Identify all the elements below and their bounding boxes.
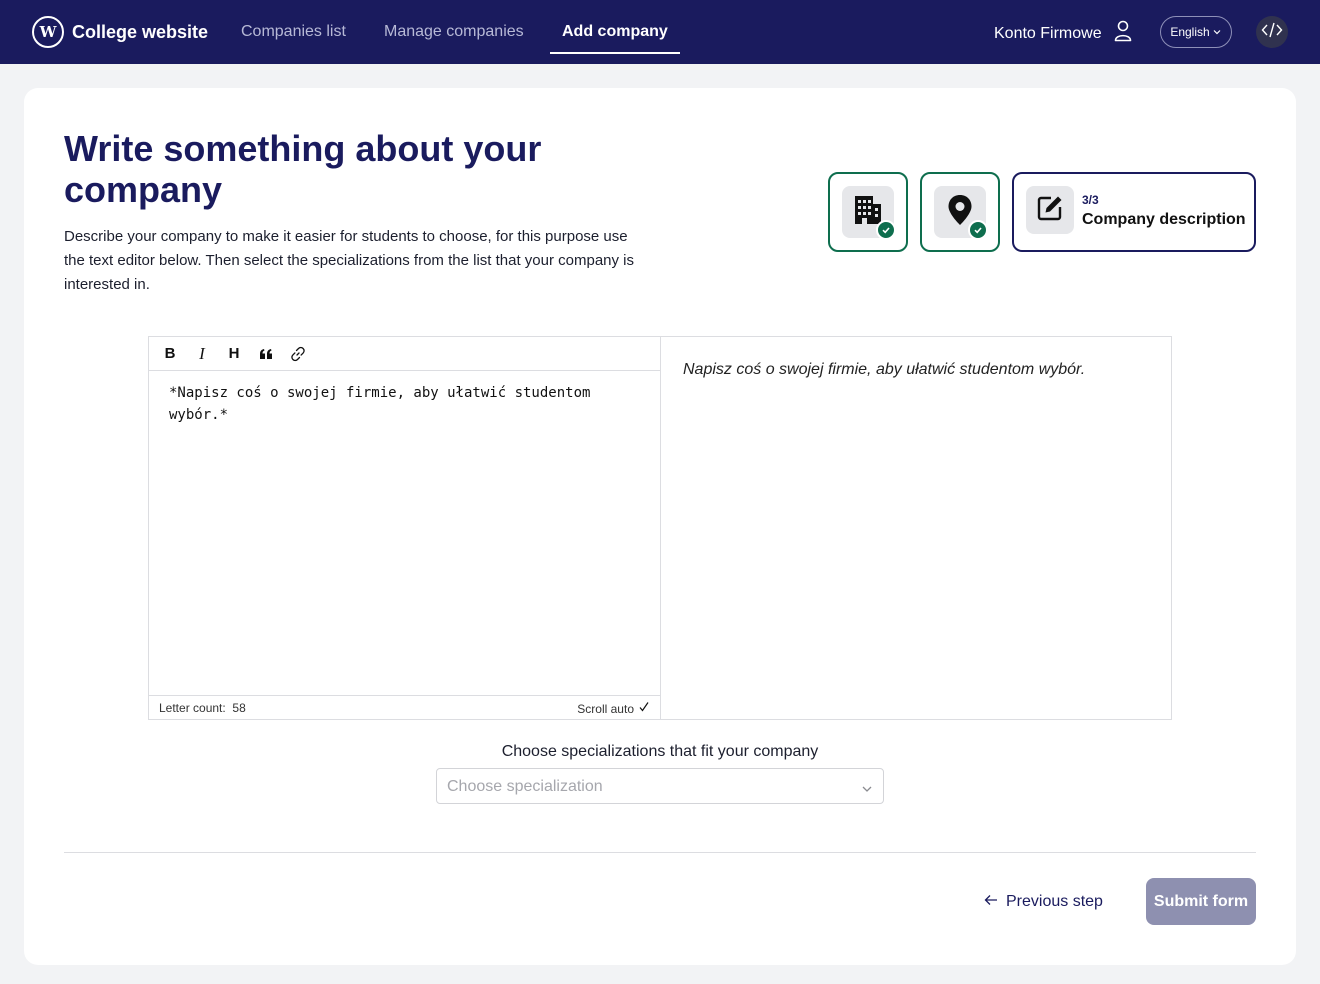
editor-status-bar: Letter count: 58 Scroll auto	[149, 695, 660, 719]
italic-button[interactable]: I	[193, 344, 211, 363]
previous-step-button[interactable]: Previous step	[984, 890, 1103, 914]
user-icon	[1114, 20, 1132, 47]
heading-button[interactable]: H	[225, 345, 243, 363]
check-icon	[876, 220, 896, 240]
page-description: Describe your company to make it easier …	[64, 228, 635, 293]
college-logo-icon: W	[32, 16, 64, 48]
top-navbar: W College website Companies list Manage …	[0, 0, 1320, 64]
previous-step-label: Previous step	[1006, 893, 1103, 910]
editor-toolbar: B I H	[149, 337, 660, 371]
step-icon-box	[1026, 186, 1074, 234]
form-card: Write something about your company Descr…	[24, 88, 1296, 965]
markdown-editor: B I H *Napisz coś o swojej firmie, aby u…	[148, 336, 1172, 720]
submit-form-button[interactable]: Submit form	[1146, 878, 1256, 925]
step-label: Company description	[1082, 211, 1246, 228]
chevron-down-icon	[861, 781, 873, 799]
chevron-down-icon	[1212, 25, 1222, 39]
divider	[64, 852, 1256, 853]
language-label: English	[1170, 25, 1210, 39]
check-icon	[968, 220, 988, 240]
code-toggle-button[interactable]	[1256, 16, 1288, 48]
specialization-select[interactable]: Choose specialization	[436, 768, 884, 804]
bold-button[interactable]: B	[161, 345, 179, 363]
nav-manage-companies[interactable]: Manage companies	[384, 0, 524, 64]
language-select[interactable]: English	[1160, 16, 1232, 48]
code-icon	[1261, 21, 1283, 44]
account-menu[interactable]: Konto Firmowe	[994, 20, 1132, 47]
step-count: 3/3	[1082, 193, 1099, 207]
account-name: Konto Firmowe	[994, 24, 1102, 42]
specialization-placeholder: Choose specialization	[447, 778, 603, 795]
scroll-auto-toggle[interactable]: Scroll auto	[577, 701, 650, 716]
checkmark-icon	[638, 701, 650, 716]
page-title: Write something about your company	[64, 128, 542, 210]
letter-count: Letter count: 58	[159, 701, 246, 715]
scroll-auto-label: Scroll auto	[577, 701, 634, 716]
brand[interactable]: W College website	[32, 16, 208, 48]
letter-count-label: Letter count:	[159, 701, 226, 715]
letter-count-value: 58	[232, 701, 246, 715]
editor-preview: Napisz coś o swojej firmie, aby ułatwić …	[683, 361, 1086, 378]
arrow-left-icon	[984, 893, 998, 911]
step-company-description[interactable]: 3/3 Company description	[1012, 172, 1256, 252]
specialization-label: Choose specializations that fit your com…	[501, 743, 819, 760]
editor-pane: B I H *Napisz coś o swojej firmie, aby u…	[149, 337, 661, 719]
nav-add-company[interactable]: Add company	[550, 0, 680, 64]
step-company-info[interactable]	[828, 172, 908, 252]
edit-icon	[1036, 194, 1064, 227]
quote-icon[interactable]	[257, 345, 275, 363]
link-icon[interactable]	[289, 345, 307, 363]
editor-textarea[interactable]: *Napisz coś o swojej firmie, aby ułatwić…	[169, 382, 639, 426]
brand-name: College website	[72, 21, 209, 42]
step-location[interactable]	[920, 172, 1000, 252]
nav-companies-list[interactable]: Companies list	[241, 0, 346, 64]
